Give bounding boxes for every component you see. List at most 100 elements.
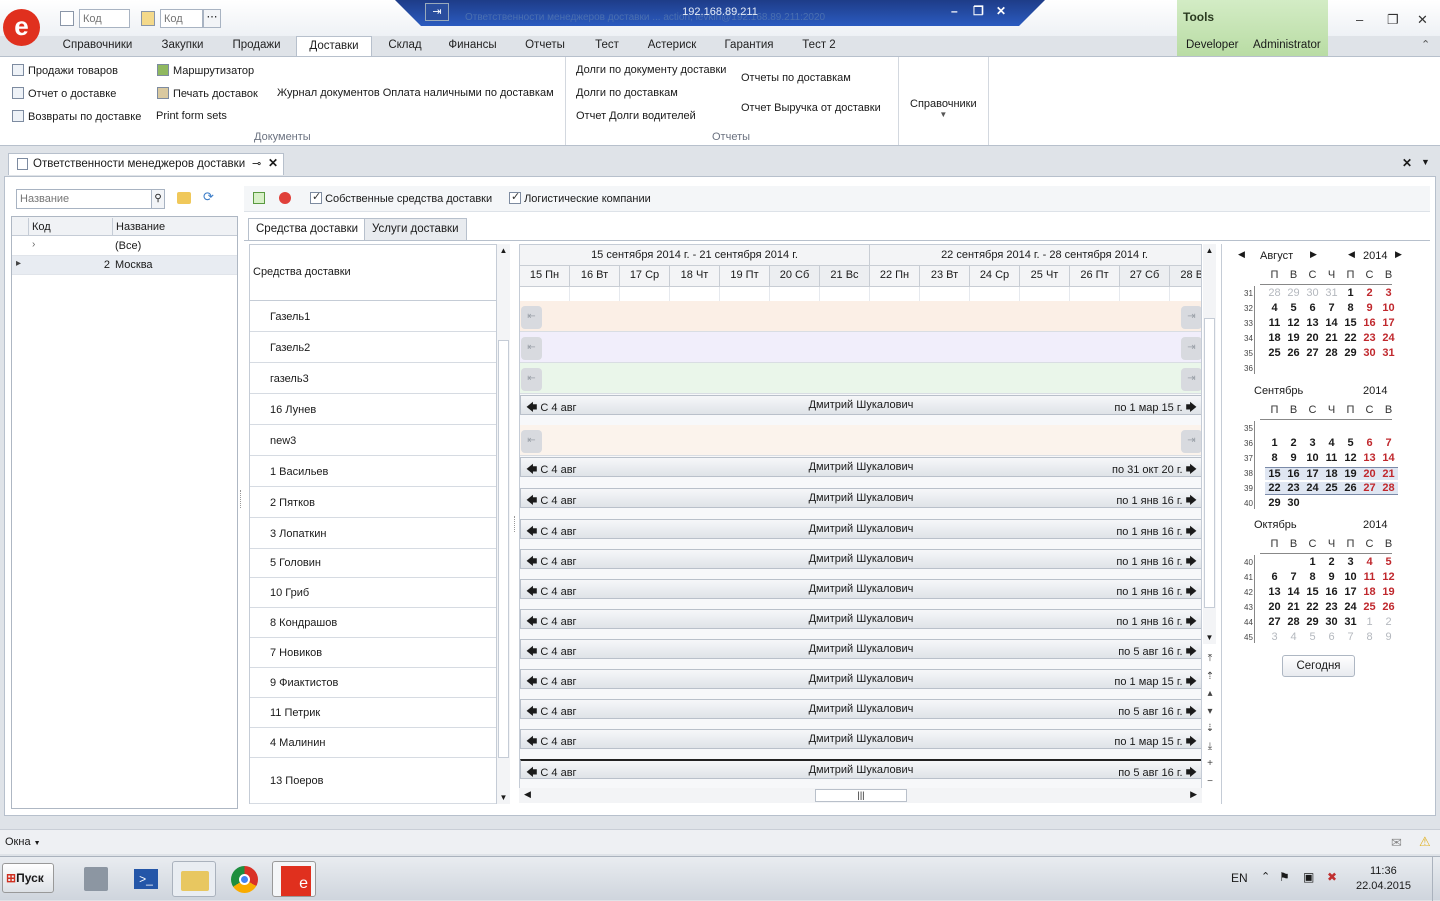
- tab-dostavki[interactable]: Доставки: [296, 36, 372, 57]
- app-e-taskbar-icon[interactable]: e: [272, 861, 316, 897]
- vehicle-row[interactable]: 3 Лопаткин: [250, 518, 496, 549]
- vehicle-row[interactable]: 13 Поеров: [250, 758, 496, 804]
- calendar-day[interactable]: 7: [1322, 302, 1341, 314]
- vehicle-row[interactable]: 10 Гриб: [250, 578, 496, 608]
- schedule-row[interactable]: 🡄 С 4 авг Дмитрий Шукалович по 1 янв 16 г.…: [520, 548, 1201, 578]
- calendar-day[interactable]: 29: [1265, 497, 1284, 509]
- show-hidden-icons-icon[interactable]: ⌃: [1261, 870, 1270, 883]
- calendar-day[interactable]: 2: [1284, 437, 1303, 449]
- tab-finansy[interactable]: Финансы: [440, 36, 505, 57]
- tab-zakupki[interactable]: Закупки: [150, 36, 215, 57]
- calendar-day[interactable]: 31: [1379, 347, 1398, 359]
- calendar-day[interactable]: 26: [1379, 601, 1398, 613]
- calendar-day[interactable]: 30: [1284, 497, 1303, 509]
- today-button[interactable]: Сегодня: [1282, 655, 1355, 677]
- calendar-day[interactable]: 3: [1379, 287, 1398, 299]
- prev-appointment-icon[interactable]: ⇤: [521, 306, 542, 329]
- calendar-day[interactable]: 21: [1284, 601, 1303, 613]
- calendar-day[interactable]: 6: [1303, 302, 1322, 314]
- calendar-day[interactable]: 16: [1322, 586, 1341, 598]
- calendar-day[interactable]: 25: [1322, 482, 1341, 495]
- cash-journal-button[interactable]: Журнал документов Оплата наличными по до…: [277, 87, 554, 99]
- splitter-handle[interactable]: [240, 490, 242, 508]
- pin-icon[interactable]: ⊸: [252, 157, 261, 170]
- calendar-day[interactable]: 6: [1360, 437, 1379, 449]
- calendar-day[interactable]: 5: [1284, 302, 1303, 314]
- schedule-row[interactable]: 🡄 С 4 авг Дмитрий Шукалович по 1 янв 16 г.…: [520, 518, 1201, 549]
- appointment[interactable]: 🡄 С 4 авг Дмитрий Шукалович по 1 янв 16 г.…: [520, 609, 1201, 629]
- appointment[interactable]: 🡄 С 4 авг Дмитрий Шукалович по 1 янв 16 г.…: [520, 519, 1201, 539]
- calendar-day[interactable]: 2: [1322, 556, 1341, 568]
- more-button[interactable]: ⋯: [203, 9, 221, 28]
- calendar-day[interactable]: 25: [1360, 601, 1379, 613]
- day-header[interactable]: 25 Чт: [1020, 266, 1070, 287]
- rdp-minimize-icon[interactable]: –: [951, 4, 958, 18]
- appointment[interactable]: 🡄 С 4 авг Дмитрий Шукалович по 1 янв 16 г.…: [520, 579, 1201, 599]
- page-down-icon[interactable]: ⇣: [1204, 720, 1216, 738]
- appointment[interactable]: 🡄 С 4 авг Дмитрий Шукалович по 1 мар 15 г.…: [520, 669, 1201, 689]
- calendar-day[interactable]: 14: [1284, 586, 1303, 598]
- appointment[interactable]: 🡄 С 4 авг Дмитрий Шукалович по 1 янв 16 г.…: [520, 488, 1201, 508]
- logistics-checkbox[interactable]: Логистические компании: [509, 190, 651, 205]
- vehicle-row[interactable]: газель3: [250, 363, 496, 394]
- calendar-day[interactable]: 15: [1265, 467, 1284, 480]
- day-header[interactable]: 21 Вс: [820, 266, 870, 287]
- rdp-close-icon[interactable]: ✕: [996, 4, 1006, 18]
- calendar-day[interactable]: 11: [1265, 317, 1284, 329]
- next-month-icon[interactable]: ▶: [1310, 249, 1317, 260]
- schedule-row[interactable]: ⇤ ⇥: [520, 425, 1201, 456]
- schedule-row[interactable]: 🡄 С 4 авг Дмитрий Шукалович по 1 янв 16 г.…: [520, 608, 1201, 638]
- next-appointment-icon[interactable]: ⇥: [1181, 306, 1201, 329]
- tab-sklad[interactable]: Склад: [380, 36, 430, 57]
- page-up-icon[interactable]: ⇡: [1204, 668, 1216, 686]
- calendar-day[interactable]: 20: [1360, 467, 1379, 480]
- col-code-header[interactable]: Код: [28, 218, 112, 236]
- add-icon[interactable]: [253, 192, 265, 204]
- calendar-day[interactable]: 8: [1303, 571, 1322, 583]
- calendar-day[interactable]: 22: [1341, 332, 1360, 344]
- calendar-day[interactable]: 6: [1265, 571, 1284, 583]
- scroll-up-icon[interactable]: ▲: [1203, 246, 1216, 255]
- prev-year-icon[interactable]: ◀: [1348, 249, 1355, 260]
- day-header[interactable]: 16 Вт: [570, 266, 620, 287]
- delivery-report-button[interactable]: Отчет о доставке: [12, 87, 116, 100]
- clock-date[interactable]: 22.04.2015: [1356, 880, 1411, 892]
- calendar-day[interactable]: 27: [1360, 482, 1379, 495]
- app-logo-icon[interactable]: e: [3, 9, 40, 46]
- calendar-day[interactable]: 2: [1360, 287, 1379, 299]
- calendar-day[interactable]: 9: [1379, 631, 1398, 643]
- calendar-day[interactable]: 24: [1303, 482, 1322, 495]
- calendar-day[interactable]: 1: [1341, 287, 1360, 299]
- print-form-sets-button[interactable]: Print form sets: [156, 110, 227, 122]
- next-appointment-icon[interactable]: ⇥: [1181, 430, 1201, 453]
- calendar-day[interactable]: 5: [1379, 556, 1398, 568]
- calendar-day[interactable]: 7: [1284, 571, 1303, 583]
- calendar-day[interactable]: 3: [1341, 556, 1360, 568]
- vehicle-row[interactable]: 5 Головин: [250, 548, 496, 578]
- calendar-day[interactable]: 13: [1360, 452, 1379, 464]
- calendar-day[interactable]: 5: [1341, 437, 1360, 449]
- col-name-header[interactable]: Название: [112, 218, 232, 236]
- next-appointment-icon[interactable]: ⇥: [1181, 368, 1201, 391]
- clock-time[interactable]: 11:36: [1370, 865, 1397, 877]
- scroll-thumb[interactable]: [498, 340, 509, 758]
- calendar-day[interactable]: 29: [1341, 347, 1360, 359]
- calendar-day[interactable]: 24: [1379, 332, 1398, 344]
- splitter-handle[interactable]: [514, 516, 517, 532]
- appointment[interactable]: 🡄 С 4 авг Дмитрий Шукалович по 1 мар 15 г.…: [520, 395, 1201, 415]
- scroll-down-icon[interactable]: ▼: [497, 793, 510, 802]
- calendar-day[interactable]: 4: [1322, 437, 1341, 449]
- day-header[interactable]: 15 Пн: [520, 266, 570, 287]
- next-year-icon[interactable]: ▶: [1395, 249, 1402, 260]
- calendar-day[interactable]: 3: [1265, 631, 1284, 643]
- start-button[interactable]: ⊞Пуск: [2, 863, 54, 893]
- calendar-day[interactable]: 20: [1303, 332, 1322, 344]
- calendar-day[interactable]: 23: [1360, 332, 1379, 344]
- calendar-day[interactable]: 16: [1284, 467, 1303, 480]
- calendar-day[interactable]: 26: [1341, 482, 1360, 495]
- document-tab[interactable]: Ответственности менеджеров доставки ⊸ ✕: [8, 153, 284, 175]
- schedule-row[interactable]: 🡄 С 4 авг Дмитрий Шукалович по 1 мар 15 г.…: [520, 668, 1201, 698]
- calendar-day[interactable]: 26: [1284, 347, 1303, 359]
- tabs-menu-icon[interactable]: ▼: [1421, 157, 1430, 167]
- flag-icon[interactable]: ⚑: [1279, 870, 1290, 884]
